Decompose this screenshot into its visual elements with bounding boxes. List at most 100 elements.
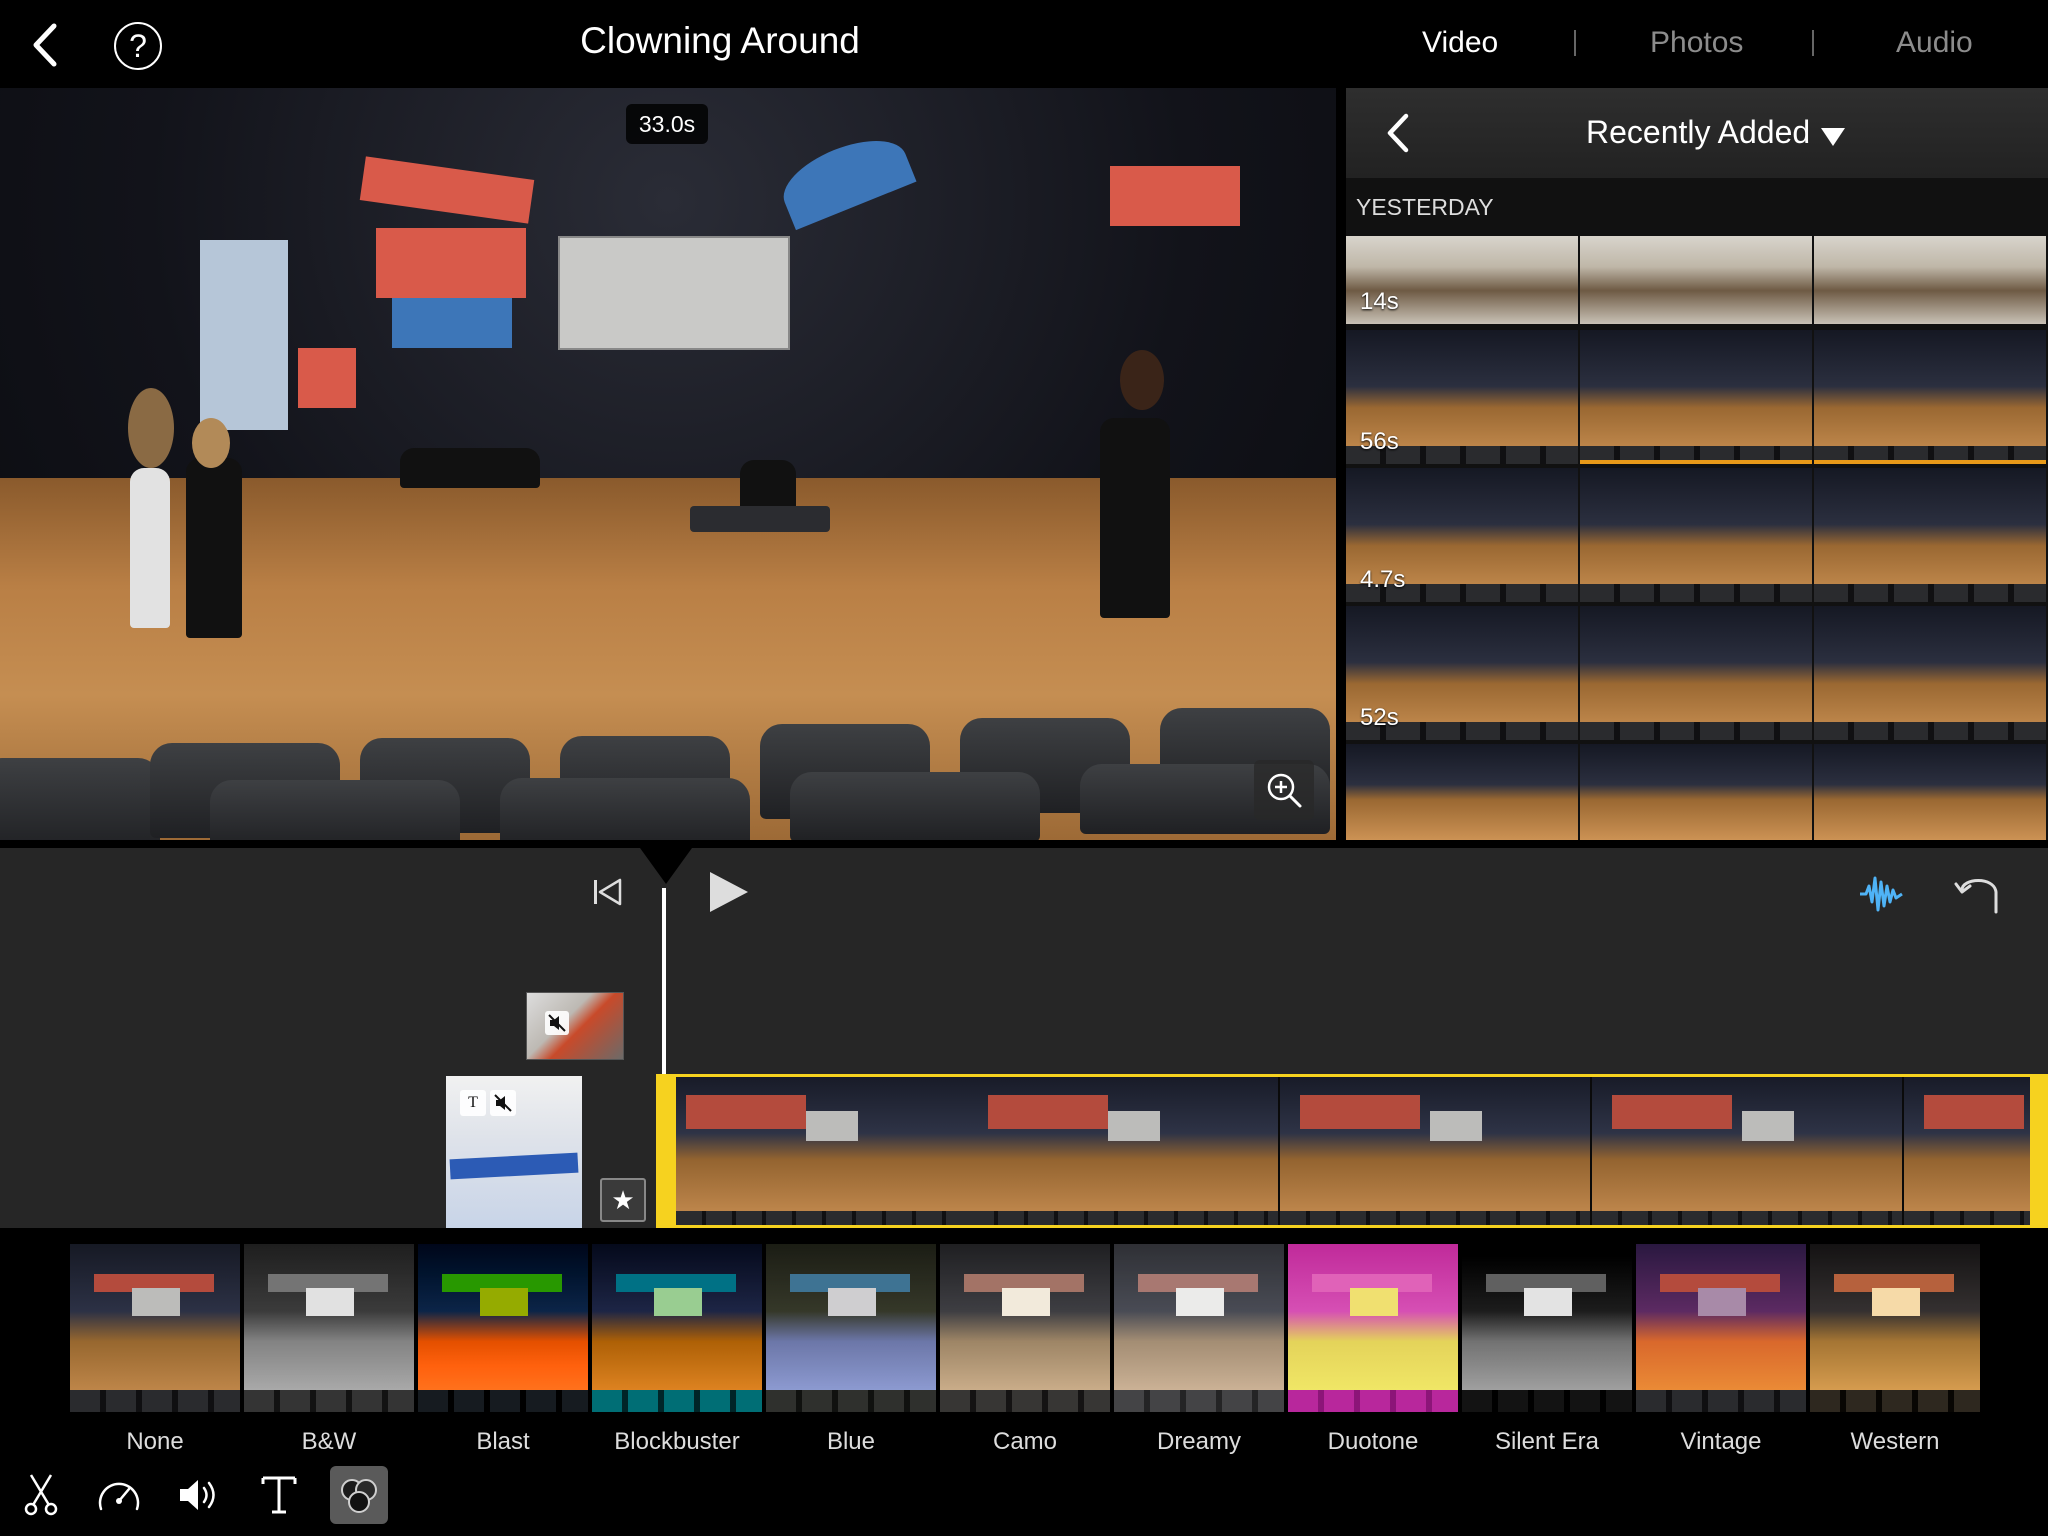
thumbnail-seats	[1580, 584, 1812, 602]
preview-seats	[1636, 1390, 1806, 1412]
audience-seat	[0, 758, 160, 840]
media-thumbnail[interactable]	[1814, 330, 2046, 464]
clip-duration: 52s	[1360, 704, 1399, 731]
clip-frame	[1904, 1077, 2048, 1225]
filter-camo[interactable]: Camo	[940, 1244, 1110, 1470]
clip-frame	[968, 1077, 1280, 1225]
title-tool-button[interactable]	[250, 1466, 308, 1524]
trim-handle-right[interactable]	[2030, 1074, 2048, 1228]
frame-seats	[1592, 1211, 1902, 1225]
preview-whiteboard	[480, 1288, 528, 1316]
section-header: YESTERDAY	[1356, 194, 1494, 220]
help-button[interactable]: ?	[114, 22, 162, 70]
zoom-button[interactable]	[1254, 760, 1314, 820]
thumbnail-seats	[1814, 584, 2046, 602]
muted-speaker-icon	[545, 1011, 569, 1035]
media-thumbnail[interactable]	[1814, 744, 2046, 840]
filter-dreamy[interactable]: Dreamy	[1114, 1244, 1284, 1470]
skip-to-start-button[interactable]	[592, 878, 622, 906]
filter-blockbuster[interactable]: Blockbuster	[592, 1244, 762, 1470]
speaker-icon	[180, 1480, 215, 1510]
filter-bw[interactable]: B&W	[244, 1244, 414, 1470]
tab-divider	[1812, 30, 1814, 56]
undo-button[interactable]	[1954, 872, 2002, 916]
timeline[interactable]: T ★	[0, 848, 2048, 1228]
back-button[interactable]	[22, 18, 72, 72]
album-selector[interactable]: Recently Added	[1586, 114, 1810, 151]
play-button[interactable]	[706, 870, 750, 914]
filter-label: Dreamy	[1156, 1428, 1241, 1455]
filter-label: Western	[1850, 1428, 1940, 1455]
stage-block	[690, 506, 830, 532]
cutaway-clip[interactable]	[526, 992, 624, 1060]
media-thumbnail[interactable]	[1580, 330, 1812, 464]
filter-label: Blue	[826, 1428, 876, 1455]
filter-picker: None B&W Blast Blockbuster Blue Camo Dre…	[0, 1228, 2048, 1455]
filter-blast[interactable]: Blast	[418, 1244, 588, 1470]
split-tool-button[interactable]	[12, 1466, 70, 1524]
media-thumbnail[interactable]	[1580, 468, 1812, 602]
media-thumbnail[interactable]: 14s	[1346, 236, 1578, 324]
filters-icon	[341, 1479, 377, 1513]
media-thumbnail[interactable]	[1346, 744, 1578, 840]
volume-tool-button[interactable]	[170, 1466, 228, 1524]
media-thumbnail[interactable]	[1814, 468, 2046, 602]
filter-preview	[766, 1244, 936, 1412]
preview-seats	[1810, 1390, 1980, 1412]
media-thumbnail[interactable]	[1580, 744, 1812, 840]
audio-waveform-button[interactable]	[1858, 872, 1904, 916]
filters-tool-button[interactable]	[330, 1466, 388, 1524]
trim-handle-left[interactable]	[656, 1074, 676, 1228]
album-dropdown[interactable]	[1820, 126, 1846, 153]
filter-preview	[940, 1244, 1110, 1412]
title-t-icon: T	[460, 1090, 486, 1116]
filter-duotone[interactable]: Duotone	[1288, 1244, 1458, 1470]
tab-photos[interactable]: Photos	[1650, 26, 1743, 60]
filter-silent-era[interactable]: Silent Era	[1462, 1244, 1632, 1470]
filter-preview	[1114, 1244, 1284, 1412]
media-thumbnail[interactable]	[1814, 606, 2046, 740]
filter-preview	[1810, 1244, 1980, 1412]
preview-whiteboard	[306, 1288, 354, 1316]
audience-seat	[210, 780, 460, 840]
speed-tool-button[interactable]	[90, 1466, 148, 1524]
preview-whiteboard	[1002, 1288, 1050, 1316]
preview-seats	[1288, 1390, 1458, 1412]
frame-seats	[1904, 1211, 2048, 1225]
wall-poster	[773, 125, 917, 231]
skip-back-icon	[594, 878, 622, 906]
tab-audio[interactable]: Audio	[1896, 26, 1973, 60]
clip-duration: 4.7s	[1360, 566, 1406, 593]
media-thumbnail[interactable]	[1580, 236, 1812, 324]
frame-seats	[968, 1211, 1278, 1225]
undo-arrow-icon	[1954, 879, 1998, 914]
filter-label: B&W	[301, 1428, 357, 1455]
preview-seats	[592, 1390, 762, 1412]
preview-whiteboard	[1698, 1288, 1746, 1316]
preview-whiteboard	[1872, 1288, 1920, 1316]
filter-western[interactable]: Western	[1810, 1244, 1980, 1470]
favorite-button[interactable]: ★	[600, 1178, 646, 1222]
media-thumbnail[interactable]	[1814, 236, 2046, 324]
zoom-in-icon	[1267, 773, 1302, 808]
media-thumbnail[interactable]: 4.7s	[1346, 468, 1578, 602]
performer	[400, 448, 540, 488]
filter-label: Silent Era	[1494, 1428, 1600, 1455]
chevron-left-icon	[33, 23, 57, 67]
filter-preview	[1636, 1244, 1806, 1412]
selected-video-clip[interactable]	[656, 1074, 2048, 1228]
filter-blue[interactable]: Blue	[766, 1244, 936, 1470]
title-card-clip[interactable]: T	[446, 1076, 582, 1228]
preview-whiteboard	[132, 1288, 180, 1316]
filter-none[interactable]: None	[70, 1244, 240, 1470]
clip-frame	[1280, 1077, 1592, 1225]
filter-vintage[interactable]: Vintage	[1636, 1244, 1806, 1470]
tab-video[interactable]: Video	[1422, 26, 1498, 60]
video-preview[interactable]	[0, 88, 1336, 840]
edit-toolbar	[0, 1454, 2048, 1536]
media-thumbnail[interactable]: 52s	[1346, 606, 1578, 740]
performer	[1100, 418, 1170, 618]
media-thumbnail[interactable]	[1580, 606, 1812, 740]
media-thumbnail[interactable]: 56s	[1346, 330, 1578, 464]
browser-back-button[interactable]	[1382, 110, 1412, 156]
